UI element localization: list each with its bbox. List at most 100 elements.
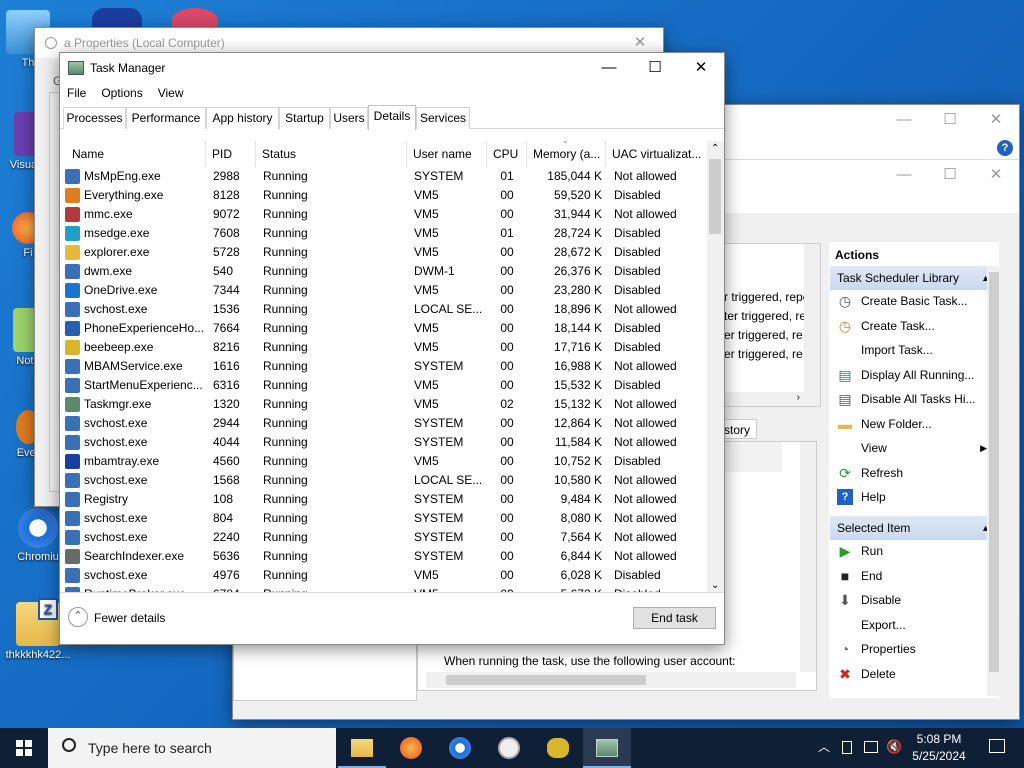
taskbar-app-firefox[interactable] (387, 728, 435, 768)
tab-app-history[interactable]: App history (206, 107, 279, 129)
action-import-task[interactable]: Import Task... (831, 338, 997, 362)
title-bar[interactable]: Task Manager — ☐ ✕ (60, 53, 724, 83)
column-header-cpu[interactable]: CPU (487, 141, 527, 167)
tab-services[interactable]: Services (416, 107, 470, 129)
action-refresh[interactable]: ⟳ Refresh (831, 461, 997, 485)
horizontal-scrollbar[interactable]: › (724, 392, 820, 406)
actions-scrollbar[interactable] (987, 266, 1001, 696)
notification-center[interactable] (974, 728, 1024, 768)
taskbar-app-file-explorer[interactable] (338, 728, 386, 768)
close-icon[interactable]: ✕ (973, 105, 1019, 135)
tab-performance[interactable]: Performance (126, 107, 206, 129)
help-icon[interactable]: ? (997, 140, 1013, 156)
tab-users[interactable]: Users (330, 107, 368, 129)
vertical-scrollbar[interactable] (804, 244, 820, 394)
action-create-task[interactable]: ◷ Create Task... (831, 314, 997, 338)
action-create-basic-task[interactable]: ◷ Create Basic Task... (831, 289, 997, 313)
fewer-details-icon[interactable]: ⌃ (68, 607, 88, 627)
column-header-name[interactable]: Name (66, 141, 206, 167)
table-row[interactable]: StartMenuExperienc... 6316 Running VM5 00 15,… (60, 376, 707, 395)
action-properties[interactable]: ◔ Properties (831, 637, 997, 661)
tab-processes[interactable]: Processes (63, 107, 126, 129)
table-row[interactable]: OneDrive.exe 7344 Running VM5 00 23,280 K Disa… (60, 281, 707, 300)
table-row[interactable]: svchost.exe 2944 Running SYSTEM 00 12,864 K No… (60, 414, 707, 433)
table-row[interactable]: svchost.exe 804 Running SYSTEM 00 8,080 K Not … (60, 509, 707, 528)
table-row[interactable]: svchost.exe 1568 Running LOCAL SE... 00 10,58… (60, 471, 707, 490)
maximize-icon[interactable]: ☐ (632, 53, 678, 83)
cell-mem: 17,716 K (553, 340, 602, 354)
menu-file[interactable]: File (60, 82, 94, 104)
table-row[interactable]: SearchIndexer.exe 5636 Running SYSTEM 00 6,84… (60, 547, 707, 566)
scroll-thumb[interactable] (446, 675, 646, 685)
table-row[interactable]: PhoneExperienceHo... 7664 Running VM5 00 18,1… (60, 319, 707, 338)
network-icon[interactable] (864, 741, 878, 753)
tab-details[interactable]: Details (368, 105, 416, 130)
process-table[interactable]: Name PID Status User name CPU Memory (a.… (60, 141, 707, 593)
action-run[interactable]: ▶ Run (831, 539, 997, 563)
action-export[interactable]: Export... (831, 613, 997, 637)
actions-pane[interactable]: Actions Task Scheduler Library ▲ ◷ Create… (829, 242, 1001, 698)
start-button[interactable] (0, 728, 48, 768)
taskbar-app-task-manager[interactable] (583, 728, 631, 768)
end-task-button[interactable]: End task (633, 607, 716, 629)
table-row[interactable]: mbamtray.exe 4560 Running VM5 00 10,752 K Disa… (60, 452, 707, 471)
action-new-folder[interactable]: ▬ New Folder... (831, 412, 997, 436)
taskbar-app-chromium[interactable] (436, 728, 484, 768)
minimize-icon[interactable]: — (881, 105, 927, 135)
minimize-icon[interactable]: — (586, 53, 632, 83)
table-row[interactable]: Registry 108 Running SYSTEM 00 9,484 K Not all… (60, 490, 707, 509)
minimize-icon[interactable]: — (881, 160, 927, 190)
table-row[interactable]: dwm.exe 540 Running DWM-1 00 26,376 K Disabled (60, 262, 707, 281)
action-view[interactable]: View ▶ (831, 436, 997, 460)
action-help[interactable]: ? Help (831, 485, 997, 509)
volume-muted-icon[interactable]: 🔇 (886, 739, 902, 755)
show-hidden-icons-icon[interactable]: ︿ (818, 738, 830, 755)
table-row[interactable]: MsMpEng.exe 2988 Running SYSTEM 01 185,044 K N… (60, 167, 707, 186)
table-row[interactable]: Everything.exe 8128 Running VM5 00 59,520 K Di… (60, 186, 707, 205)
group-label: Selected Item (837, 521, 911, 535)
vertical-scrollbar[interactable]: ⌃ ⌄ (707, 141, 724, 593)
search-box[interactable]: Type here to search (48, 728, 336, 768)
action-display-all-running[interactable]: ▤ Display All Running... (831, 363, 997, 387)
menu-view[interactable]: View (151, 82, 192, 104)
close-icon[interactable]: ✕ (678, 53, 724, 83)
scroll-thumb[interactable] (709, 159, 721, 234)
table-row[interactable]: explorer.exe 5728 Running VM5 00 28,672 K Disa… (60, 243, 707, 262)
action-delete[interactable]: ✖ Delete (831, 662, 997, 686)
selected-item-group-header[interactable]: Selected Item ▲ (830, 516, 998, 540)
clock[interactable]: 5:08 PM 5/25/2024 (906, 731, 972, 765)
table-row[interactable]: svchost.exe 2240 Running SYSTEM 00 7,564 K Not… (60, 528, 707, 547)
horizontal-scrollbar[interactable] (426, 672, 796, 688)
library-group-header[interactable]: Task Scheduler Library ▲ (830, 266, 998, 290)
menu-options[interactable]: Options (94, 82, 150, 104)
action-disable[interactable]: ⬇ Disable (831, 588, 997, 612)
scroll-down-icon[interactable]: ⌄ (711, 580, 719, 591)
taskbar-app-clock-app[interactable] (485, 728, 533, 768)
tab-startup[interactable]: Startup (279, 107, 330, 129)
column-header-user-name[interactable]: User name (407, 141, 487, 167)
tablet-icon[interactable] (842, 741, 852, 754)
table-row[interactable]: svchost.exe 1536 Running LOCAL SE... 00 18,89… (60, 300, 707, 319)
scroll-thumb[interactable] (989, 272, 999, 672)
column-header-pid[interactable]: PID (206, 141, 256, 167)
action-disable-all-tasks-hi[interactable]: ▤ Disable All Tasks Hi... (831, 387, 997, 411)
fewer-details-link[interactable]: Fewer details (94, 611, 165, 625)
close-icon[interactable]: ✕ (973, 160, 1019, 190)
table-row[interactable]: MBAMService.exe 1616 Running SYSTEM 00 16,988… (60, 357, 707, 376)
vertical-scrollbar[interactable] (800, 442, 816, 672)
table-row[interactable]: msedge.exe 7608 Running VM5 01 28,724 K Disabl… (60, 224, 707, 243)
table-row[interactable]: Taskmgr.exe 1320 Running VM5 02 15,132 K Not a… (60, 395, 707, 414)
table-row[interactable]: beebeep.exe 8216 Running VM5 00 17,716 K Disab… (60, 338, 707, 357)
table-row[interactable]: svchost.exe 4976 Running VM5 00 6,028 K Disabl… (60, 566, 707, 585)
column-header-status[interactable]: Status (256, 141, 407, 167)
task-list-pane[interactable]: r triggered, repe ter triggered, re er t… (723, 243, 821, 407)
taskbar-app-beebeep[interactable] (534, 728, 582, 768)
scroll-up-icon[interactable]: ⌃ (711, 143, 719, 154)
column-header-uac[interactable]: UAC virtualizat... (606, 141, 707, 167)
table-row[interactable]: svchost.exe 4044 Running SYSTEM 00 11,584 K No… (60, 433, 707, 452)
table-row[interactable]: mmc.exe 9072 Running VM5 00 31,944 K Not allow… (60, 205, 707, 224)
maximize-icon[interactable]: ☐ (927, 160, 973, 190)
task-manager-window[interactable]: Task Manager — ☐ ✕ File Options View Proce… (59, 52, 725, 645)
maximize-icon[interactable]: ☐ (927, 105, 973, 135)
action-end[interactable]: ■ End (831, 564, 997, 588)
